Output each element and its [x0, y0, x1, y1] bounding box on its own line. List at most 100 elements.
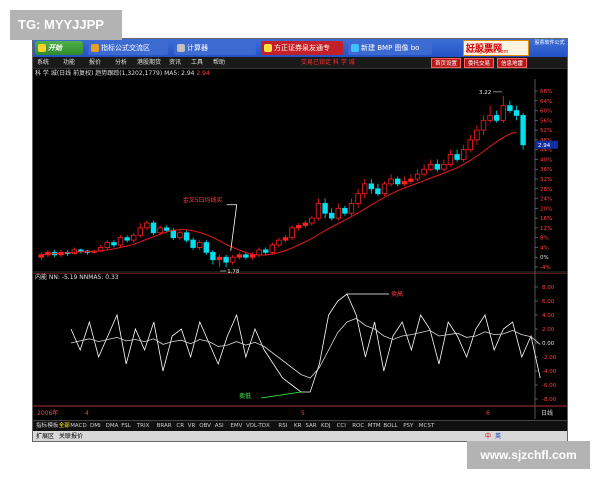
menu-hk-futures[interactable]: 港股期货	[137, 57, 161, 69]
candle	[427, 159, 434, 172]
candle-body	[348, 203, 355, 214]
taskbar-item-bmp-image[interactable]: 新建 BMP 图像 bo	[348, 41, 432, 55]
indicator-tab[interactable]: VOL-TDX	[246, 421, 270, 431]
indicator-tab[interactable]: RSI	[278, 421, 287, 431]
indicator-tab[interactable]: SAR	[305, 421, 316, 431]
homepage-settings-button[interactable]: 首页设置	[431, 58, 461, 68]
candle	[375, 183, 381, 197]
candlestick-chart[interactable]: 68%64%60%56%52%48%44%40%36%32%28%24%20%1…	[33, 79, 568, 273]
app-icon	[264, 44, 272, 52]
candle-body	[236, 254, 242, 258]
indicator-axis-label: 8.00	[542, 285, 555, 291]
indicator-tab[interactable]: OBV	[199, 421, 211, 431]
candle	[394, 176, 401, 187]
paint-icon	[351, 44, 359, 52]
menu-system[interactable]: 系统	[37, 57, 49, 69]
candle-body	[493, 115, 500, 121]
browser-icon	[91, 44, 99, 52]
taskbar-item-formula-forum[interactable]: 指标公式交流区	[88, 41, 168, 55]
candle	[513, 105, 520, 121]
start-label: 开始	[48, 44, 62, 52]
stock-software-window: 开始 指标公式交流区 计算器 方正证券泉友通专 新建 BMP 图像 bo 好股票…	[32, 38, 568, 442]
candle-body	[117, 237, 124, 246]
candle-body	[467, 139, 473, 151]
indicator-tab[interactable]: KDJ	[321, 421, 330, 431]
indicator-tab[interactable]: FSL	[121, 421, 131, 431]
indicator-tab[interactable]: BRAR	[157, 421, 172, 431]
menu-tools[interactable]: 工具	[191, 57, 203, 69]
indicator-tab[interactable]: CR	[176, 421, 184, 431]
candle	[111, 240, 117, 248]
indicator-axis-label: 6.00	[542, 299, 555, 305]
nn-series-line	[70, 293, 541, 393]
expand-area-button[interactable]: 扩展区	[36, 431, 54, 441]
info-mine-button[interactable]: 信息地雷	[497, 58, 527, 68]
candle-body	[210, 251, 216, 261]
candle	[361, 179, 368, 199]
taskbar-item-securities[interactable]: 方正证券泉友通专	[261, 41, 343, 55]
indicator-tab[interactable]: 全部	[59, 421, 70, 431]
menu-bar: 系统 功能 报价 分析 港股期货 资讯 工具 帮助 交易已锁定 科 学 城 首页…	[33, 57, 567, 69]
candle-body	[361, 183, 368, 195]
candle	[454, 149, 460, 162]
candle-body	[183, 232, 190, 241]
candle-body	[500, 105, 506, 121]
candle-body	[480, 119, 487, 131]
menu-quote[interactable]: 报价	[89, 57, 101, 69]
candle	[335, 203, 341, 221]
indicator-tab[interactable]: EMV	[230, 421, 242, 431]
indicator-tab[interactable]: DMA	[106, 421, 119, 431]
price-axis-label: 4%	[540, 245, 549, 251]
indicator-tab[interactable]: KR	[294, 421, 301, 431]
indicator-tab[interactable]: ASI	[215, 421, 224, 431]
menu-news[interactable]: 资讯	[169, 57, 181, 69]
candle-body	[454, 154, 460, 160]
start-button[interactable]: 开始	[35, 41, 83, 55]
indicator-tab[interactable]: BOLL	[383, 421, 397, 431]
indicator-tab[interactable]: VR	[188, 421, 196, 431]
trade-order-button[interactable]: 委托交易	[464, 58, 494, 68]
golden-cross-callout: 金叉5日均线买	[183, 196, 223, 204]
candle	[216, 254, 223, 267]
candle-body	[276, 239, 282, 246]
candle-body	[394, 178, 401, 185]
indicator-tab[interactable]: CCI	[337, 421, 346, 431]
indicator-tab[interactable]: 指标	[36, 421, 47, 431]
candle	[447, 149, 454, 167]
candle-body	[163, 227, 170, 231]
candle-body	[150, 222, 157, 234]
indicator-tab[interactable]: MCST	[419, 421, 434, 431]
indicator-tab[interactable]: PSY	[403, 421, 413, 431]
candle-body	[216, 256, 223, 261]
indicator-axis-label: -6.00	[542, 383, 557, 389]
price-axis-label: 0%	[540, 255, 549, 261]
related-quote-button[interactable]: 关联报价	[59, 431, 83, 441]
candle	[203, 240, 209, 255]
menu-help[interactable]: 帮助	[213, 57, 225, 69]
candle-body	[295, 225, 302, 229]
candle-body	[520, 115, 526, 146]
candle	[408, 174, 414, 184]
candle-body	[243, 254, 249, 258]
candle	[269, 242, 275, 255]
indicator-tab[interactable]: MACD	[70, 421, 87, 431]
indicator-tab[interactable]: 模板	[47, 421, 58, 431]
candle-body	[434, 163, 440, 170]
menu-function[interactable]: 功能	[63, 57, 75, 69]
candle	[309, 215, 315, 226]
menu-analysis[interactable]: 分析	[115, 57, 127, 69]
indicator-tab[interactable]: TRIX	[137, 421, 150, 431]
indicator-tab[interactable]: DMI	[90, 421, 101, 431]
candle	[131, 232, 137, 243]
candle-body	[414, 173, 421, 180]
indicator-tab[interactable]: ROC	[352, 421, 364, 431]
indicator-axis-label: 2.00	[542, 327, 555, 333]
taskbar-item-label: 计算器	[187, 44, 208, 52]
indicator-chart[interactable]: 8.00 6.00 4.00 2.00 0.00 -2.00 -4.00 -6.00 -8.00…	[33, 273, 568, 419]
candle-body	[328, 212, 335, 219]
candle-body	[269, 244, 275, 253]
indicator-tab[interactable]: MTM	[368, 421, 381, 431]
taskbar-item-calculator[interactable]: 计算器	[174, 41, 256, 55]
candle-body	[157, 227, 163, 234]
candle	[480, 115, 487, 135]
